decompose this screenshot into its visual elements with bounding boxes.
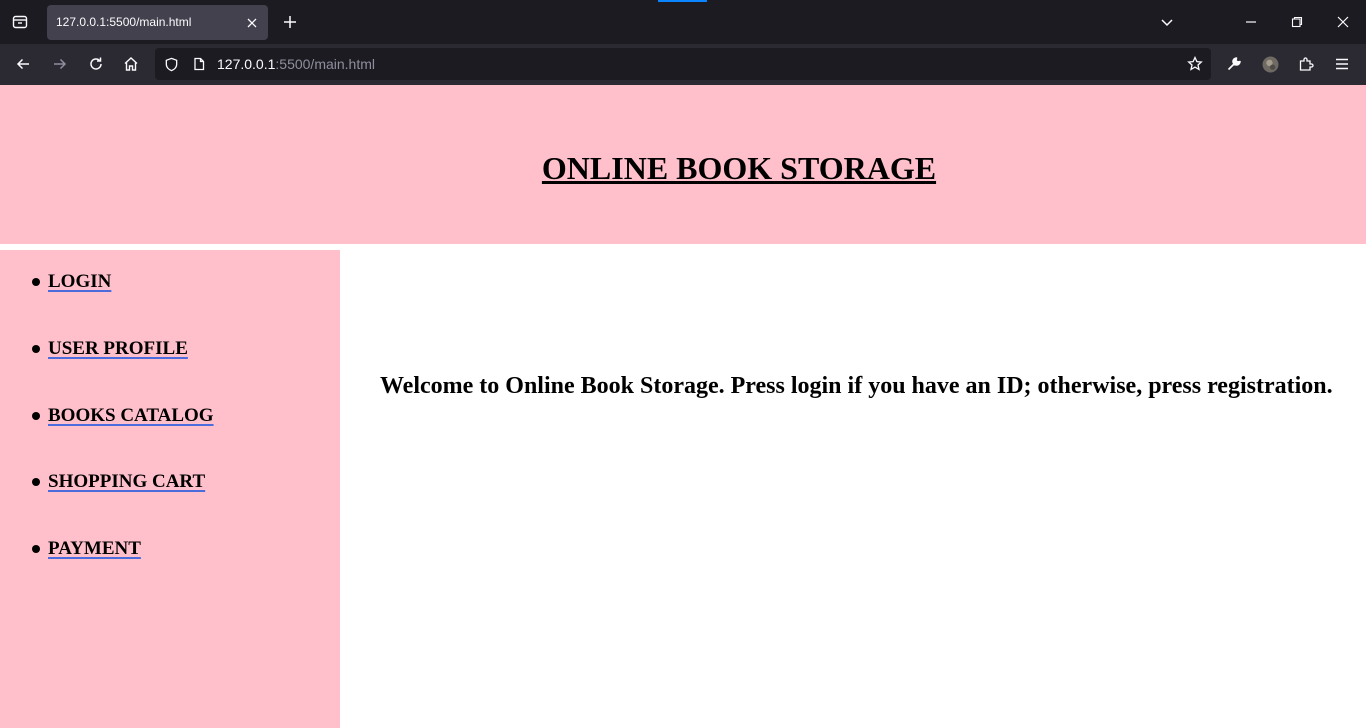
restore-icon[interactable] bbox=[1287, 12, 1307, 32]
site-header: ONLINE BOOK STORAGE bbox=[0, 85, 1366, 244]
firefox-view-icon[interactable] bbox=[10, 12, 30, 32]
tab-close-icon[interactable] bbox=[242, 13, 262, 33]
extensions-puzzle-icon[interactable] bbox=[1296, 54, 1316, 74]
page-info-icon[interactable] bbox=[189, 54, 209, 74]
user-profile-link[interactable]: USER PROFILE bbox=[48, 338, 188, 360]
url-path: :5500/main.html bbox=[275, 56, 375, 72]
payment-link[interactable]: PAYMENT bbox=[48, 538, 141, 560]
page-content: ONLINE BOOK STORAGE LOGIN USER PROFILE B… bbox=[0, 85, 1366, 728]
back-arrow-icon[interactable] bbox=[13, 54, 33, 74]
bullet bbox=[32, 278, 40, 286]
shield-icon[interactable] bbox=[161, 54, 181, 74]
wrench-icon[interactable] bbox=[1224, 54, 1244, 74]
account-avatar-icon[interactable] bbox=[1260, 54, 1280, 74]
forward-arrow-icon[interactable] bbox=[50, 54, 70, 74]
minimize-icon[interactable] bbox=[1241, 12, 1261, 32]
browser-tab-bar: 127.0.0.1:5500/main.html bbox=[0, 0, 1366, 44]
sidebar-nav: LOGIN USER PROFILE BOOKS CATALOG SHOPPIN… bbox=[0, 250, 340, 728]
window-close-icon[interactable] bbox=[1333, 12, 1353, 32]
active-tab[interactable]: 127.0.0.1:5500/main.html bbox=[47, 5, 268, 40]
tab-accent-line bbox=[658, 0, 707, 2]
login-link[interactable]: LOGIN bbox=[48, 271, 111, 293]
site-title: ONLINE BOOK STORAGE bbox=[541, 150, 937, 186]
bullet bbox=[32, 345, 40, 353]
new-tab-icon[interactable] bbox=[280, 12, 300, 32]
bullet bbox=[32, 545, 40, 553]
shopping-cart-link[interactable]: SHOPPING CART bbox=[48, 471, 205, 493]
welcome-message: Welcome to Online Book Storage. Press lo… bbox=[380, 373, 1333, 399]
bullet bbox=[32, 412, 40, 420]
list-tabs-chevron-icon[interactable] bbox=[1157, 12, 1177, 32]
home-icon[interactable] bbox=[121, 54, 141, 74]
bullet bbox=[32, 478, 40, 486]
menu-hamburger-icon[interactable] bbox=[1332, 54, 1352, 74]
reload-icon[interactable] bbox=[86, 54, 106, 74]
books-catalog-link[interactable]: BOOKS CATALOG bbox=[48, 405, 214, 427]
bookmark-star-icon[interactable] bbox=[1185, 54, 1205, 74]
address-bar[interactable]: 127.0.0.1:5500/main.html bbox=[155, 48, 1211, 80]
browser-nav-bar: 127.0.0.1:5500/main.html bbox=[0, 44, 1366, 85]
tab-title: 127.0.0.1:5500/main.html bbox=[56, 15, 192, 29]
url-host: 127.0.0.1 bbox=[217, 56, 276, 72]
url-text[interactable]: 127.0.0.1:5500/main.html bbox=[217, 48, 375, 80]
